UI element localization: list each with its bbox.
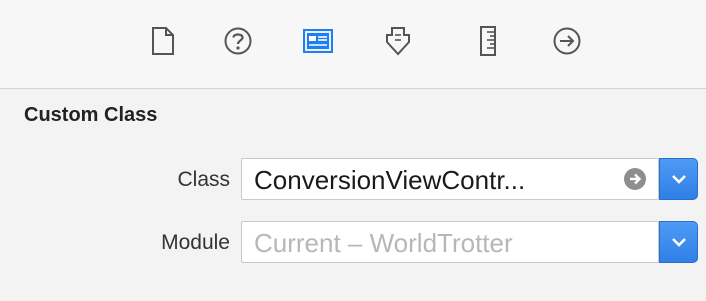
connections-inspector-icon xyxy=(552,26,582,56)
class-label: Class xyxy=(177,168,230,191)
file-inspector-tab[interactable] xyxy=(142,20,184,62)
size-inspector-icon xyxy=(477,25,499,57)
module-label: Module xyxy=(161,231,230,254)
module-field[interactable]: Current – WorldTrotter xyxy=(241,221,659,263)
section-title: Custom Class xyxy=(24,104,158,126)
identity-inspector-panel: Custom Class Class ConversionViewContr..… xyxy=(0,0,706,301)
attributes-inspector-icon xyxy=(383,25,413,57)
module-dropdown-button[interactable] xyxy=(659,221,698,263)
quick-help-tab[interactable] xyxy=(217,20,259,62)
inspector-tab-bar xyxy=(0,0,706,89)
class-field[interactable]: ConversionViewContr... xyxy=(241,158,659,200)
file-inspector-icon xyxy=(150,26,176,56)
class-dropdown-button[interactable] xyxy=(659,158,698,200)
identity-inspector-tab[interactable] xyxy=(297,20,339,62)
class-value: ConversionViewContr... xyxy=(254,165,526,195)
go-to-arrow-icon[interactable] xyxy=(624,168,646,190)
identity-inspector-icon xyxy=(301,26,335,56)
quick-help-icon xyxy=(223,26,253,56)
attributes-inspector-tab[interactable] xyxy=(377,20,419,62)
module-placeholder: Current – WorldTrotter xyxy=(254,228,513,258)
connections-inspector-tab[interactable] xyxy=(546,20,588,62)
size-inspector-tab[interactable] xyxy=(467,20,509,62)
